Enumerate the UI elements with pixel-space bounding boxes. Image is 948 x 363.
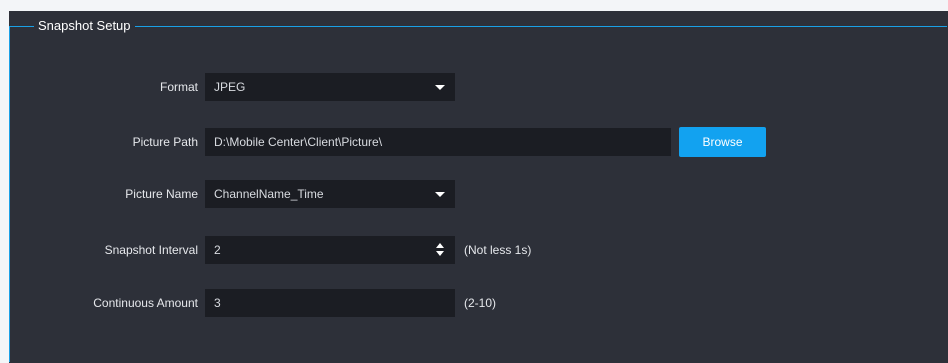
picture-name-row: Picture Name <box>9 180 198 208</box>
format-row: Format <box>9 73 198 101</box>
snapshot-interval-label: Snapshot Interval <box>104 243 198 257</box>
continuous-amount-hint: (2-10) <box>464 296 497 310</box>
spin-down-icon[interactable] <box>436 251 444 256</box>
picture-name-label: Picture Name <box>125 187 198 201</box>
spin-up-icon[interactable] <box>436 243 444 248</box>
picture-name-value: ChannelName_Time <box>214 187 324 201</box>
continuous-amount-row: Continuous Amount <box>9 289 198 317</box>
format-label: Format <box>159 80 198 94</box>
picture-name-select[interactable]: ChannelName_Time <box>205 180 455 208</box>
chevron-down-icon <box>435 192 445 197</box>
chevron-down-icon <box>435 85 445 90</box>
continuous-amount-value: 3 <box>214 296 221 310</box>
format-value: JPEG <box>214 80 246 94</box>
continuous-amount-input[interactable]: 3 <box>205 289 455 317</box>
picture-path-value: D:\Mobile Center\Client\Picture\ <box>214 135 383 149</box>
continuous-amount-label: Continuous Amount <box>93 296 198 310</box>
picture-path-input[interactable]: D:\Mobile Center\Client\Picture\ <box>205 128 671 156</box>
snapshot-interval-value: 2 <box>214 243 221 257</box>
snapshot-interval-spinbox[interactable]: 2 <box>205 236 455 264</box>
format-select[interactable]: JPEG <box>205 73 455 101</box>
group-title: Snapshot Setup <box>34 18 135 34</box>
picture-path-label: Picture Path <box>132 135 198 149</box>
spinner-arrows-icon[interactable] <box>436 243 446 257</box>
snapshot-setup-panel: Snapshot Setup Format JPEG Picture Path … <box>9 11 948 363</box>
snapshot-interval-row: Snapshot Interval <box>9 236 198 264</box>
picture-path-row: Picture Path <box>9 128 198 156</box>
browse-button[interactable]: Browse <box>679 127 766 157</box>
snapshot-interval-hint: (Not less 1s) <box>464 243 532 257</box>
